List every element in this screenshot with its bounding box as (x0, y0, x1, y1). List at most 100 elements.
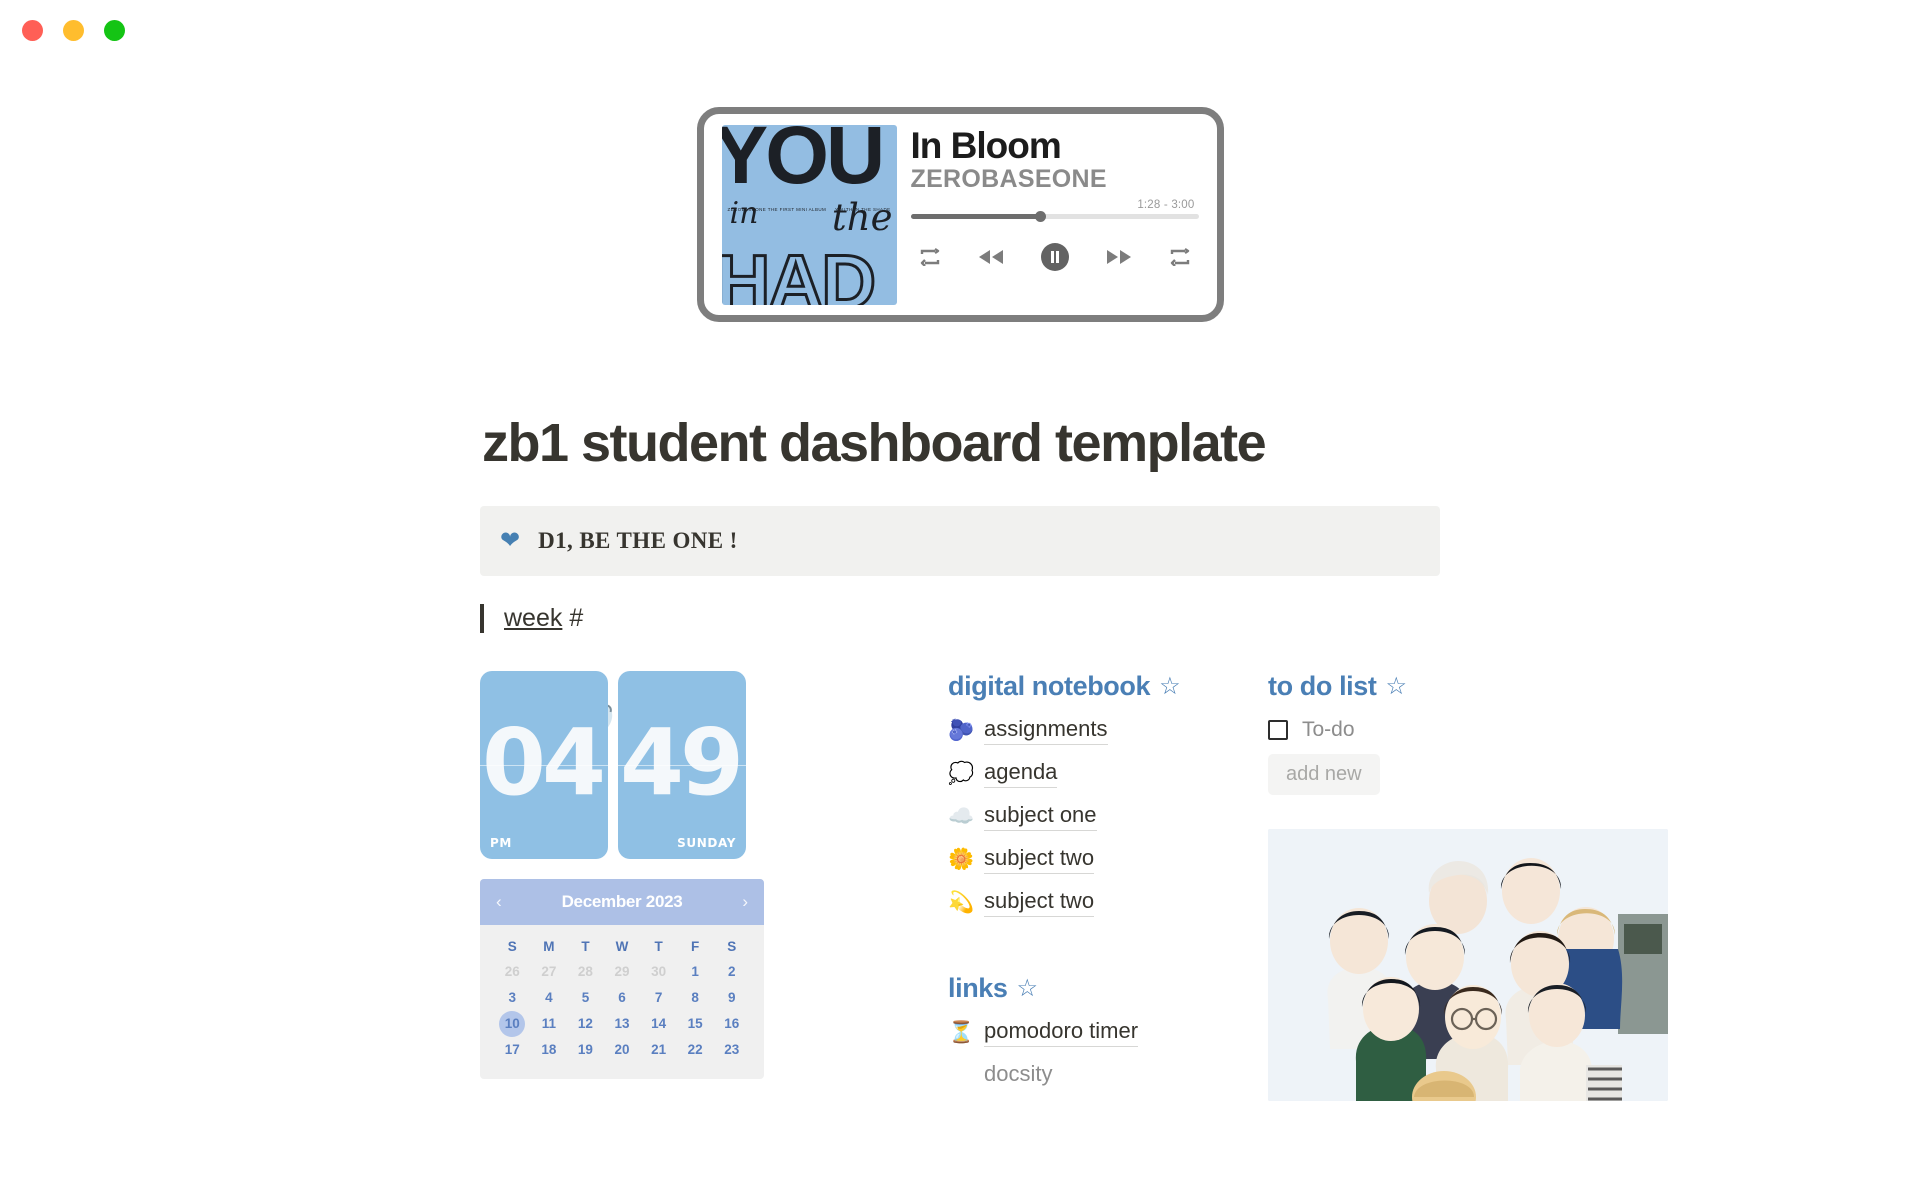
week-quote[interactable]: week # (480, 604, 1440, 633)
calendar-day-cell[interactable]: 8 (677, 985, 714, 1011)
calendar-header: ‹ December 2023 › (480, 879, 764, 925)
notebook-item[interactable]: 🫐 assignments (948, 716, 1238, 745)
calendar-day-cell[interactable]: 7 (640, 985, 677, 1011)
dizzy-star-icon: 💫 (948, 891, 975, 914)
add-new-button[interactable]: add new (1268, 754, 1380, 795)
calendar-day-cell[interactable]: 21 (640, 1037, 677, 1063)
links-item[interactable]: docsity (948, 1061, 1238, 1089)
calendar-day-cell[interactable]: 3 (494, 985, 531, 1011)
progress-bar[interactable] (910, 211, 1199, 223)
zerobaseone-group-photo (1268, 829, 1668, 1101)
star-icon: ☆ (1385, 673, 1407, 700)
app-page: YOU ZEROBASEONE THE FIRST MINI ALBUM YOU… (0, 0, 1920, 1101)
rewind-icon[interactable] (978, 249, 1004, 265)
notebook-link[interactable]: subject one (984, 802, 1097, 831)
notebook-item[interactable]: 🌼 subject two (948, 845, 1238, 874)
calendar-day-cell[interactable]: 5 (567, 985, 604, 1011)
calendar-day-cell[interactable]: 4 (531, 985, 568, 1011)
notebook-link[interactable]: agenda (984, 759, 1058, 788)
page-title: zb1 student dashboard template (482, 413, 1267, 473)
calendar-day-cell[interactable]: 18 (531, 1037, 568, 1063)
track-artist: ZEROBASEONE (910, 165, 1107, 194)
clock-minute-card: 49 SUNDAY (618, 671, 746, 859)
notebook-link[interactable]: assignments (984, 716, 1108, 745)
calendar-day-cell[interactable]: 13 (604, 1011, 641, 1037)
repeat-icon[interactable] (919, 248, 941, 267)
calendar-day-cell[interactable]: 29 (604, 959, 641, 985)
calendar-day-cell[interactable]: 28 (567, 959, 604, 985)
calendar-day-cell[interactable]: 27 (531, 959, 568, 985)
calendar-dow-cell: S (727, 939, 737, 954)
links-link[interactable]: docsity (984, 1061, 1052, 1089)
notebook-item[interactable]: ☁️ subject one (948, 802, 1238, 831)
calendar-day-cell[interactable]: 2 (713, 959, 750, 985)
calendar-day-cell[interactable]: 10 (494, 1011, 531, 1037)
page-content: zb1 student dashboard template ❤ D1, BE … (480, 412, 1668, 1101)
album-art-line3: HAD (721, 239, 878, 305)
calendar-day-cell[interactable]: 15 (677, 1011, 714, 1037)
clock-meridiem: PM (490, 836, 512, 850)
calendar-dow-cell: S (507, 939, 517, 954)
progress-knob[interactable] (1035, 211, 1047, 223)
music-player[interactable]: YOU ZEROBASEONE THE FIRST MINI ALBUM YOU… (696, 107, 1224, 322)
album-art-line2: in the (730, 195, 893, 239)
thought-balloon-icon: 💭 (948, 762, 975, 785)
links-item[interactable]: ⏳ pomodoro timer (948, 1018, 1238, 1047)
music-player-wrapper: YOU ZEROBASEONE THE FIRST MINI ALBUM YOU… (0, 107, 1920, 322)
calendar-day-cell[interactable]: 1 (677, 959, 714, 985)
calendar-day-cell[interactable]: 20 (604, 1037, 641, 1063)
blossom-icon: 🌼 (948, 848, 975, 871)
calendar-week-row: 26 27 28 29 30 1 2 (494, 959, 750, 985)
close-button[interactable] (22, 19, 43, 41)
todo-item-label: To-do (1302, 718, 1355, 741)
calendar-day-cell[interactable]: 11 (531, 1011, 568, 1037)
notebook-link[interactable]: subject two (984, 845, 1095, 874)
links-list: ⏳ pomodoro timer docsity (948, 1018, 1238, 1089)
window-controls (22, 19, 125, 41)
calendar-dow-cell: T (654, 939, 663, 954)
notebook-item[interactable]: 💫 subject two (948, 888, 1238, 917)
notebook-item[interactable]: 💭 agenda (948, 759, 1238, 788)
calendar-week-row: 10 11 12 13 14 15 16 (494, 1011, 750, 1037)
calendar-day-cell[interactable]: 30 (640, 959, 677, 985)
calendar-day-cell[interactable]: 19 (567, 1037, 604, 1063)
flip-clock: 04 PM 49 SUNDAY (480, 671, 768, 859)
calendar-day-cell[interactable]: 16 (713, 1011, 750, 1037)
calendar-week-row: 3456789 (494, 985, 750, 1011)
clock-seam (618, 765, 746, 766)
calendar-day-cell[interactable]: 17 (494, 1037, 531, 1063)
star-icon: ☆ (1159, 673, 1181, 700)
week-hash: # (562, 604, 584, 632)
week-label: week (504, 604, 563, 632)
maximize-button[interactable] (104, 19, 125, 41)
star-icon: ☆ (1016, 975, 1039, 1002)
callout-banner: ❤ D1, BE THE ONE ! (480, 506, 1440, 576)
links-link[interactable]: pomodoro timer (984, 1018, 1139, 1047)
digital-notebook-heading: digital notebook ☆ (948, 671, 1238, 702)
chevron-right-icon[interactable]: › (742, 892, 748, 912)
calendar-day-cell[interactable]: 22 (677, 1037, 714, 1063)
calendar-grid: S M T W T F S 26 27 28 29 30 1 2 3 4 5 6 7 8 9 10 11 12 13 14 15 16… (480, 925, 764, 1079)
album-art-line2-right: the (831, 195, 893, 239)
calendar-day-cell[interactable]: 14 (640, 1011, 677, 1037)
calendar-dow-cell: M (543, 939, 555, 954)
pause-icon[interactable] (1040, 243, 1069, 272)
calendar-day-cell[interactable]: 9 (713, 985, 750, 1011)
calendar-dow-cell: F (691, 939, 700, 954)
minimize-button[interactable] (63, 19, 84, 41)
track-time: 1:28 - 3:00 (1137, 199, 1195, 212)
calendar-month-label: December 2023 (561, 892, 683, 911)
calendar-day-cell[interactable]: 26 (494, 959, 531, 985)
cloud-icon: ☁️ (948, 805, 975, 828)
calendar-day-cell[interactable]: 23 (713, 1037, 750, 1063)
fast-forward-icon[interactable] (1106, 249, 1132, 265)
todo-item[interactable]: To-do (1268, 718, 1668, 742)
calendar-day-cell[interactable]: 6 (604, 985, 641, 1011)
todo-title: to do list (1268, 671, 1377, 701)
digital-notebook-title: digital notebook (948, 671, 1151, 701)
calendar-day-cell[interactable]: 12 (567, 1011, 604, 1037)
chevron-left-icon[interactable]: ‹ (496, 892, 502, 912)
todo-checkbox[interactable] (1268, 720, 1288, 740)
repeat-icon[interactable] (1169, 248, 1191, 267)
notebook-link[interactable]: subject two (984, 888, 1095, 917)
